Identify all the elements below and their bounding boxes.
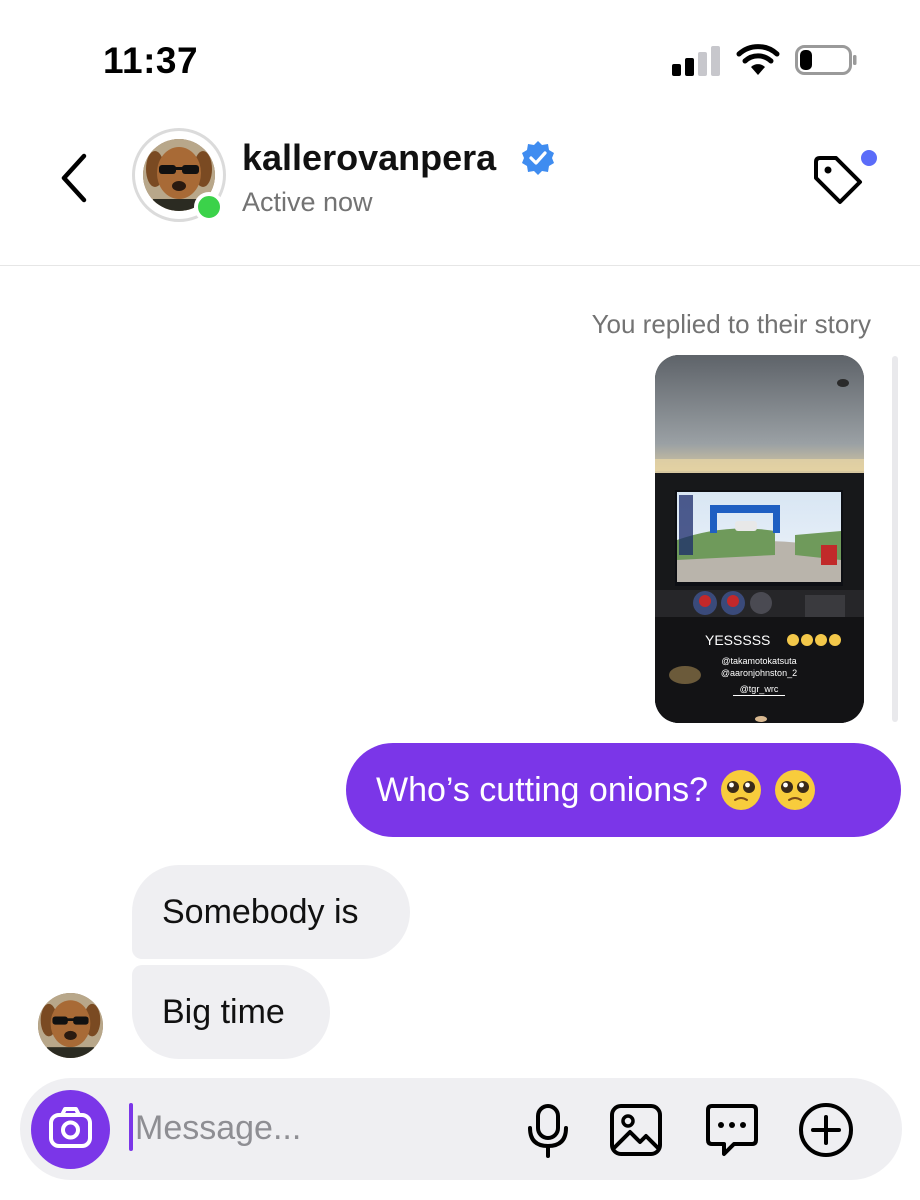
outgoing-message-text: Who’s cutting onions?: [376, 770, 709, 809]
gallery-icon[interactable]: [606, 1100, 666, 1160]
incoming-message-text: Somebody is: [162, 892, 359, 931]
plus-icon[interactable]: [796, 1100, 856, 1160]
verified-badge-icon: [522, 141, 554, 175]
notification-dot: [858, 147, 880, 169]
signal-bar: [685, 58, 694, 76]
incoming-message-text: Big time: [162, 992, 285, 1031]
signal-bar: [672, 64, 681, 76]
message-input[interactable]: [135, 1104, 495, 1152]
story-mention: @aaronjohnston_2: [721, 668, 797, 678]
header-divider: [0, 265, 920, 266]
story-mention: @tgr_wrc: [740, 684, 779, 694]
online-indicator: [194, 192, 224, 222]
signal-bar: [698, 52, 707, 76]
outgoing-message-bubble[interactable]: Who’s cutting onions?: [346, 743, 901, 837]
back-button[interactable]: [54, 150, 98, 206]
story-mention: @takamotokatsuta: [721, 656, 796, 666]
text-caret: [129, 1103, 133, 1151]
story-caption: YESSSSS: [705, 632, 770, 648]
pleading-face-emoji-icon: [721, 770, 762, 810]
pleading-face-emoji-icon: [775, 770, 816, 810]
active-status: Active now: [242, 187, 373, 217]
battery-icon: [795, 45, 857, 75]
wifi-icon: [736, 44, 780, 75]
sticker-chat-icon[interactable]: [702, 1100, 762, 1160]
chat-username[interactable]: kallerovanpera: [242, 137, 496, 179]
cellular-signal-icon: [672, 44, 720, 76]
scrollbar[interactable]: [892, 356, 898, 722]
status-time: 11:37: [103, 40, 199, 81]
story-thumbnail[interactable]: YESSSSS @takamotokatsuta @aaronjohnston_…: [655, 355, 864, 723]
signal-bar: [711, 46, 720, 76]
camera-icon: [49, 1107, 92, 1148]
microphone-icon[interactable]: [518, 1100, 578, 1160]
camera-button[interactable]: [31, 1090, 110, 1169]
story-reply-note: You replied to their story: [591, 309, 871, 339]
incoming-message-bubble[interactable]: Somebody is: [132, 865, 410, 959]
sender-avatar[interactable]: [38, 993, 103, 1058]
incoming-message-bubble[interactable]: Big time: [132, 965, 330, 1059]
